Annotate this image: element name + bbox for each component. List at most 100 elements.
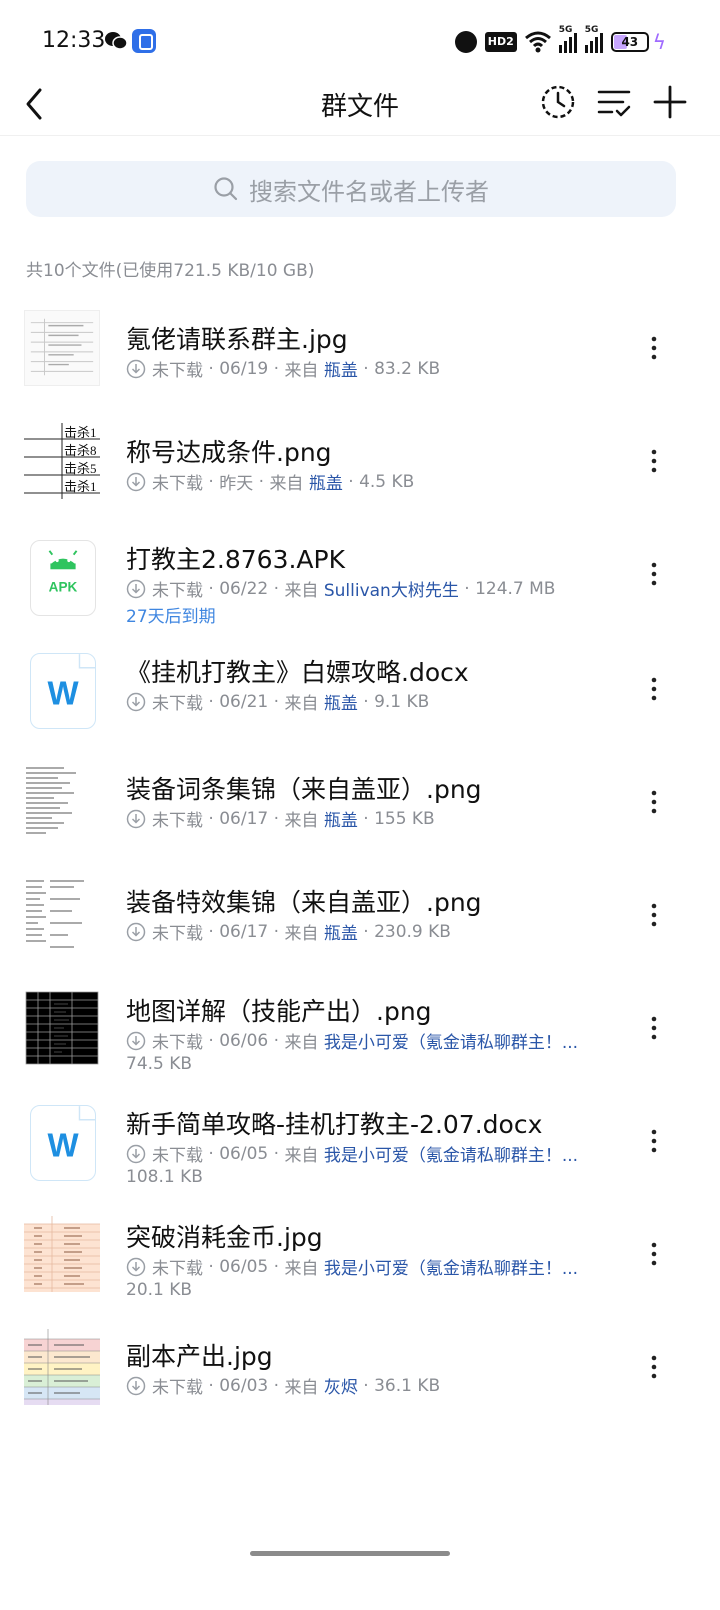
- file-meta: 未下载 · 06/17 · 来自 瓶盖 · 230.9 KB: [126, 919, 451, 944]
- download-status-icon: [126, 1376, 146, 1395]
- file-row[interactable]: 副本产出.jpg 未下载 · 06/03 · 来自 灰烬 · 36.1 KB: [0, 1309, 720, 1421]
- svg-text:击杀1: 击杀1: [64, 479, 97, 494]
- download-status-icon: [126, 1144, 146, 1163]
- file-row[interactable]: 突破消耗金币.jpg 未下载 · 06/05 · 来自 我是小可爱（氪金请私聊群…: [0, 1196, 720, 1308]
- svg-text:击杀8: 击杀8: [64, 443, 97, 458]
- uploader-link[interactable]: 灰烬: [324, 1373, 358, 1398]
- file-size: 108.1 KB: [126, 1167, 203, 1187]
- more-options-icon[interactable]: [642, 334, 666, 362]
- file-meta: 未下载 · 06/22 · 来自 Sullivan大树先生 · 124.7 MB: [126, 576, 555, 601]
- more-options-icon[interactable]: [642, 675, 666, 703]
- battery-icon: 43: [610, 32, 649, 52]
- file-row[interactable]: 击杀1 击杀8 击杀5 击杀1 称号达成条件.png 未下载 · 昨天 · 来自…: [0, 405, 720, 517]
- file-name: 装备词条集锦（来自盖亚）.png: [126, 775, 482, 804]
- signal-icon-1: 5G: [558, 25, 577, 53]
- file-name: 打教主2.8763.APK: [126, 545, 345, 574]
- file-thumbnail: [24, 310, 100, 386]
- more-options-icon[interactable]: [642, 901, 666, 929]
- file-name: 《挂机打教主》白嫖攻略.docx: [126, 658, 469, 687]
- file-name: 氪佬请联系群主.jpg: [126, 325, 348, 354]
- download-status-icon: [126, 922, 146, 941]
- file-size: 74.5 KB: [126, 1054, 193, 1074]
- uploader-link[interactable]: Sullivan大树先生: [324, 576, 459, 601]
- svg-text:W: W: [47, 1127, 79, 1164]
- status-bar: 12:33 HD2 5G 5G 43 ϟ: [0, 0, 720, 80]
- file-row[interactable]: W 《挂机打教主》白嫖攻略.docx 未下载 · 06/21 · 来自 瓶盖 ·…: [0, 631, 720, 743]
- storage-summary: 共10个文件(已使用721.5 KB/10 GB): [26, 261, 315, 281]
- sort-select-icon[interactable]: [594, 82, 634, 122]
- file-thumbnail: [25, 991, 99, 1065]
- file-meta: 未下载 · 06/03 · 来自 灰烬 · 36.1 KB: [126, 1373, 440, 1398]
- search-input[interactable]: 搜索文件名或者上传者: [26, 161, 676, 217]
- more-options-icon[interactable]: [642, 1014, 666, 1042]
- file-name: 地图详解（技能产出）.png: [126, 997, 432, 1026]
- file-size: 20.1 KB: [126, 1280, 193, 1300]
- more-options-icon[interactable]: [642, 447, 666, 475]
- expiry-notice: 27天后到期: [126, 607, 216, 627]
- uploader-link[interactable]: 我是小可爱（氪金请私聊群主！...: [324, 1028, 578, 1053]
- uploader-link[interactable]: 瓶盖: [324, 356, 358, 381]
- svg-text:APK: APK: [49, 580, 78, 595]
- more-options-icon[interactable]: [642, 1353, 666, 1381]
- svg-text:击杀1: 击杀1: [64, 425, 97, 440]
- file-thumbnail: [26, 767, 76, 834]
- search-placeholder: 搜索文件名或者上传者: [249, 177, 489, 206]
- download-status-icon: [126, 472, 146, 491]
- status-indicators: HD2 5G 5G 43 ϟ: [454, 25, 666, 56]
- status-time: 12:33: [42, 28, 106, 53]
- file-meta: 未下载 · 06/17 · 来自 瓶盖 · 155 KB: [126, 806, 435, 831]
- file-name: 突破消耗金币.jpg: [126, 1223, 323, 1252]
- file-thumbnail: [26, 880, 84, 948]
- file-row[interactable]: W 新手简单攻略-挂机打教主-2.07.docx 未下载 · 06/05 · 来…: [0, 1083, 720, 1195]
- download-status-icon: [126, 579, 146, 598]
- file-name: 装备特效集锦（来自盖亚）.png: [126, 888, 482, 917]
- file-row[interactable]: 装备特效集锦（来自盖亚）.png 未下载 · 06/17 · 来自 瓶盖 · 2…: [0, 857, 720, 969]
- more-options-icon[interactable]: [642, 560, 666, 588]
- file-row[interactable]: 氪佬请联系群主.jpg 未下载 · 06/19 · 来自 瓶盖 · 83.2 K…: [0, 292, 720, 404]
- search-icon: [214, 177, 238, 201]
- svg-text:W: W: [47, 675, 79, 712]
- download-status-icon: [126, 1257, 146, 1276]
- more-options-icon[interactable]: [642, 1127, 666, 1155]
- more-options-icon[interactable]: [642, 788, 666, 816]
- file-meta: 未下载 · 06/05 · 来自 我是小可爱（氪金请私聊群主！...: [126, 1254, 578, 1279]
- file-name: 称号达成条件.png: [126, 438, 332, 467]
- wechat-icon: [105, 32, 128, 50]
- hd-voice-icon: HD2: [484, 32, 517, 52]
- file-row[interactable]: APK 打教主2.8763.APK 未下载 · 06/22 · 来自 Sulli…: [0, 518, 720, 630]
- alarm-icon: [454, 31, 477, 53]
- history-clock-icon[interactable]: [538, 82, 578, 122]
- app-notification-icon: [132, 29, 156, 53]
- file-name: 副本产出.jpg: [126, 1342, 273, 1371]
- file-thumbnail: 击杀1 击杀8 击杀5 击杀1: [24, 423, 100, 499]
- uploader-link[interactable]: 瓶盖: [324, 689, 358, 714]
- uploader-link[interactable]: 瓶盖: [324, 806, 358, 831]
- apk-file-icon: APK: [30, 540, 96, 616]
- word-file-icon: W: [30, 1105, 96, 1181]
- uploader-link[interactable]: 瓶盖: [324, 919, 358, 944]
- app-header: 群文件: [0, 80, 720, 136]
- add-icon[interactable]: [650, 82, 690, 122]
- file-meta: 未下载 · 06/19 · 来自 瓶盖 · 83.2 KB: [126, 356, 440, 381]
- word-file-icon: W: [30, 653, 96, 729]
- file-thumbnail: [24, 1329, 100, 1405]
- file-row[interactable]: 地图详解（技能产出）.png 未下载 · 06/06 · 来自 我是小可爱（氪金…: [0, 970, 720, 1082]
- uploader-link[interactable]: 瓶盖: [309, 469, 343, 494]
- uploader-link[interactable]: 我是小可爱（氪金请私聊群主！...: [324, 1254, 578, 1279]
- svg-text:击杀5: 击杀5: [64, 461, 97, 476]
- download-status-icon: [126, 692, 146, 711]
- download-status-icon: [126, 1031, 146, 1050]
- wifi-icon: [524, 31, 551, 53]
- file-name: 新手简单攻略-挂机打教主-2.07.docx: [126, 1110, 543, 1139]
- home-indicator[interactable]: [250, 1551, 450, 1556]
- file-meta: 未下载 · 06/21 · 来自 瓶盖 · 9.1 KB: [126, 689, 429, 714]
- uploader-link[interactable]: 我是小可爱（氪金请私聊群主！...: [324, 1141, 578, 1166]
- file-thumbnail: [24, 1216, 100, 1292]
- signal-icon-2: 5G: [584, 25, 603, 53]
- file-row[interactable]: 装备词条集锦（来自盖亚）.png 未下载 · 06/17 · 来自 瓶盖 · 1…: [0, 744, 720, 856]
- download-status-icon: [126, 809, 146, 828]
- charging-icon: ϟ: [652, 30, 666, 54]
- more-options-icon[interactable]: [642, 1240, 666, 1268]
- download-status-icon: [126, 359, 146, 378]
- file-meta: 未下载 · 06/05 · 来自 我是小可爱（氪金请私聊群主！...: [126, 1141, 578, 1166]
